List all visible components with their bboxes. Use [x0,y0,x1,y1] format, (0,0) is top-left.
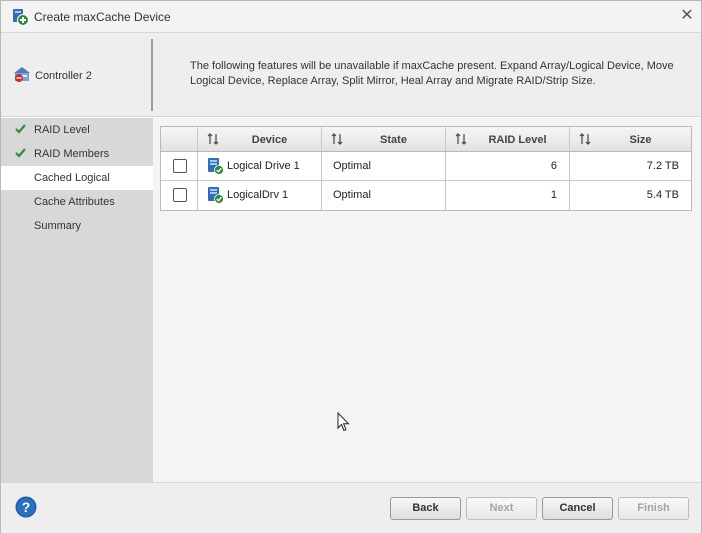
size-value: 7.2 TB [646,160,679,172]
header-divider [151,39,153,111]
mouse-pointer-icon [337,412,350,432]
raid-level-value: 6 [550,160,557,172]
step-raid-level[interactable]: RAID Level [1,118,153,142]
controller-icon [14,67,30,82]
select-column-header [161,127,198,151]
device-cell: Logical Drive 1 [198,152,322,180]
column-header-state[interactable]: State [322,127,446,151]
select-cell [161,152,198,180]
size-cell: 5.4 TB [570,181,691,210]
create-maxcache-dialog: Create maxCache Device ✕ Controller 2 Th… [0,0,702,533]
select-cell [161,181,198,210]
close-icon[interactable]: ✕ [679,8,695,24]
device-cell: LogicalDrv 1 [198,181,322,210]
size-cell: 7.2 TB [570,152,691,180]
back-button[interactable]: Back [390,497,461,520]
help-icon[interactable]: ? [15,496,37,518]
step-raid-members[interactable]: RAID Members [1,142,153,166]
step-label: RAID Members [34,148,110,160]
step-summary[interactable]: Summary [1,214,153,238]
device-state: Optimal [333,189,371,201]
sort-updown-icon[interactable] [331,133,343,145]
device-state: Optimal [333,160,371,172]
cancel-button[interactable]: Cancel [542,497,613,520]
column-header-size[interactable]: Size [570,127,691,151]
raid-level-value: 1 [550,189,557,201]
raid-level-cell: 1 [446,181,570,210]
finish-button[interactable]: Finish [618,497,689,520]
dialog-header: Controller 2 The following features will… [1,33,701,117]
column-label: Device [251,134,288,146]
step-label: Summary [34,220,82,232]
feature-warning-message: The following features will be unavailab… [190,60,674,87]
table-row[interactable]: LogicalDrv 1 Optimal 1 5.4 TB [161,181,691,210]
table-header: Device State RAID Level Size [161,127,691,152]
step-label: RAID Level [34,124,90,136]
row-select-checkbox[interactable] [173,188,187,202]
logical-drive-ok-icon [208,158,224,175]
sort-updown-icon[interactable] [579,133,591,145]
dialog-footer: ? Back Next Cancel Finish [1,482,701,533]
check-icon [15,148,26,158]
state-cell: Optimal [322,181,446,210]
svg-text:?: ? [22,499,31,515]
row-select-checkbox[interactable] [173,159,187,173]
size-value: 5.4 TB [646,189,679,201]
title-bar: Create maxCache Device ✕ [1,1,701,33]
state-cell: Optimal [322,152,446,180]
column-label: RAID Level [488,134,547,146]
logical-devices-table: Device State RAID Level Size Logical Dri… [160,126,692,211]
column-header-device[interactable]: Device [198,127,322,151]
controller-label: Controller 2 [35,70,92,82]
column-label: Size [629,134,652,146]
logical-drive-ok-icon [208,187,224,204]
dialog-title: Create maxCache Device [34,10,171,24]
device-name: Logical Drive 1 [227,160,300,172]
raid-level-cell: 6 [446,152,570,180]
column-label: State [380,134,407,146]
wizard-steps-sidebar: RAID Level RAID Members Cached Logical C… [1,118,153,482]
sort-updown-icon[interactable] [207,133,219,145]
step-label: Cached Logical [34,172,110,184]
check-icon [15,124,26,134]
device-name: LogicalDrv 1 [227,189,289,201]
column-header-raid-level[interactable]: RAID Level [446,127,570,151]
next-button[interactable]: Next [466,497,537,520]
step-cached-logical[interactable]: Cached Logical [1,166,153,190]
step-cache-attributes[interactable]: Cache Attributes [1,190,153,214]
table-row[interactable]: Logical Drive 1 Optimal 6 7.2 TB [161,152,691,181]
sort-updown-icon[interactable] [455,133,467,145]
step-label: Cache Attributes [34,196,115,208]
add-device-icon [13,9,29,26]
